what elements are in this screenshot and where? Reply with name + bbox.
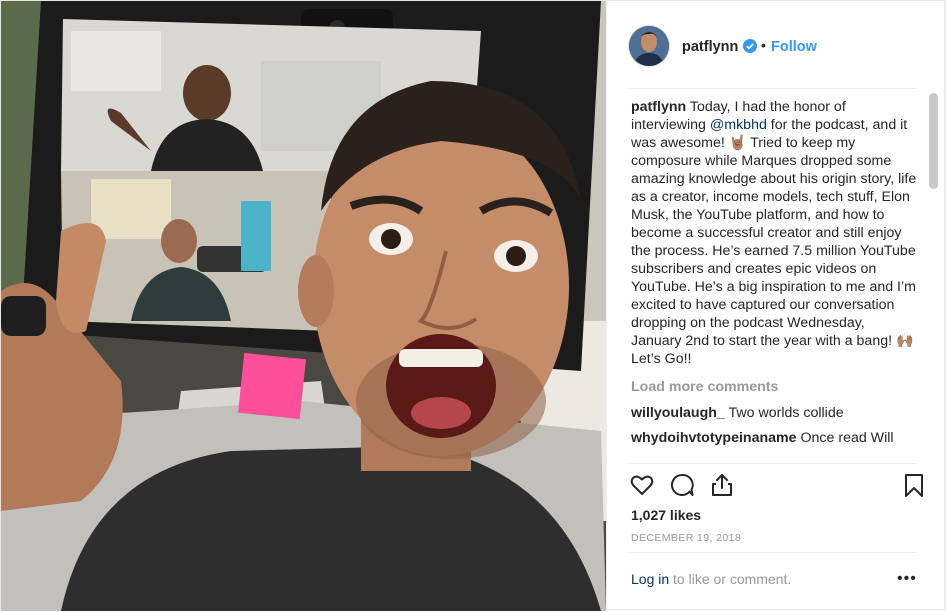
header-divider (629, 88, 917, 89)
comment-item: whydoihvtotypeinaname Once read Will (631, 429, 919, 447)
login-prompt-text: to like or comment. (669, 571, 792, 587)
likes-count[interactable]: 1,027 likes (631, 507, 701, 523)
post-caption: patflynn Today, I had the honor of inter… (631, 98, 919, 368)
comment-item: willyoulaugh_ Two worlds collide (631, 404, 919, 422)
comment-text: Once read Will (796, 430, 894, 446)
selfie-photo (1, 1, 606, 611)
post-date: DECEMBER 19, 2018 (631, 532, 742, 544)
avatar[interactable] (629, 26, 669, 66)
more-options-icon[interactable]: ••• (897, 570, 917, 588)
share-icon[interactable] (709, 472, 735, 498)
login-divider (629, 552, 917, 553)
follow-button[interactable]: Follow (771, 39, 817, 55)
comments-scrollbar[interactable] (929, 93, 938, 189)
bookmark-icon[interactable] (901, 472, 927, 498)
login-link[interactable]: Log in (631, 571, 669, 587)
header-separator: • (761, 37, 766, 53)
caption-mention[interactable]: @mkbhd (710, 117, 767, 133)
login-prompt: Log in to like or comment. (631, 571, 791, 587)
post-photo[interactable] (1, 1, 606, 611)
avatar-image (629, 26, 669, 66)
verified-badge-icon (743, 39, 757, 53)
comment-text: Two worlds collide (724, 405, 844, 421)
username-link[interactable]: patflynn (682, 39, 738, 55)
heart-icon[interactable] (629, 472, 655, 498)
comment-username[interactable]: whydoihvtotypeinaname (631, 430, 797, 446)
caption-text-after: for the podcast, and it was awesome! 🤘🏽 … (631, 117, 917, 367)
comments-section[interactable]: patflynn Today, I had the honor of inter… (631, 98, 919, 460)
actions-divider (629, 463, 917, 464)
comment-bubble-icon[interactable] (669, 472, 695, 498)
action-bar (629, 472, 923, 500)
caption-username[interactable]: patflynn (631, 99, 686, 115)
instagram-post: patflynn • Follow patflynn Today, I had … (0, 0, 946, 611)
comment-username[interactable]: willyoulaugh_ (631, 405, 725, 421)
load-more-comments-button[interactable]: Load more comments (631, 378, 919, 396)
post-header: patflynn • Follow (607, 1, 946, 89)
post-sidebar: patflynn • Follow patflynn Today, I had … (606, 1, 946, 611)
